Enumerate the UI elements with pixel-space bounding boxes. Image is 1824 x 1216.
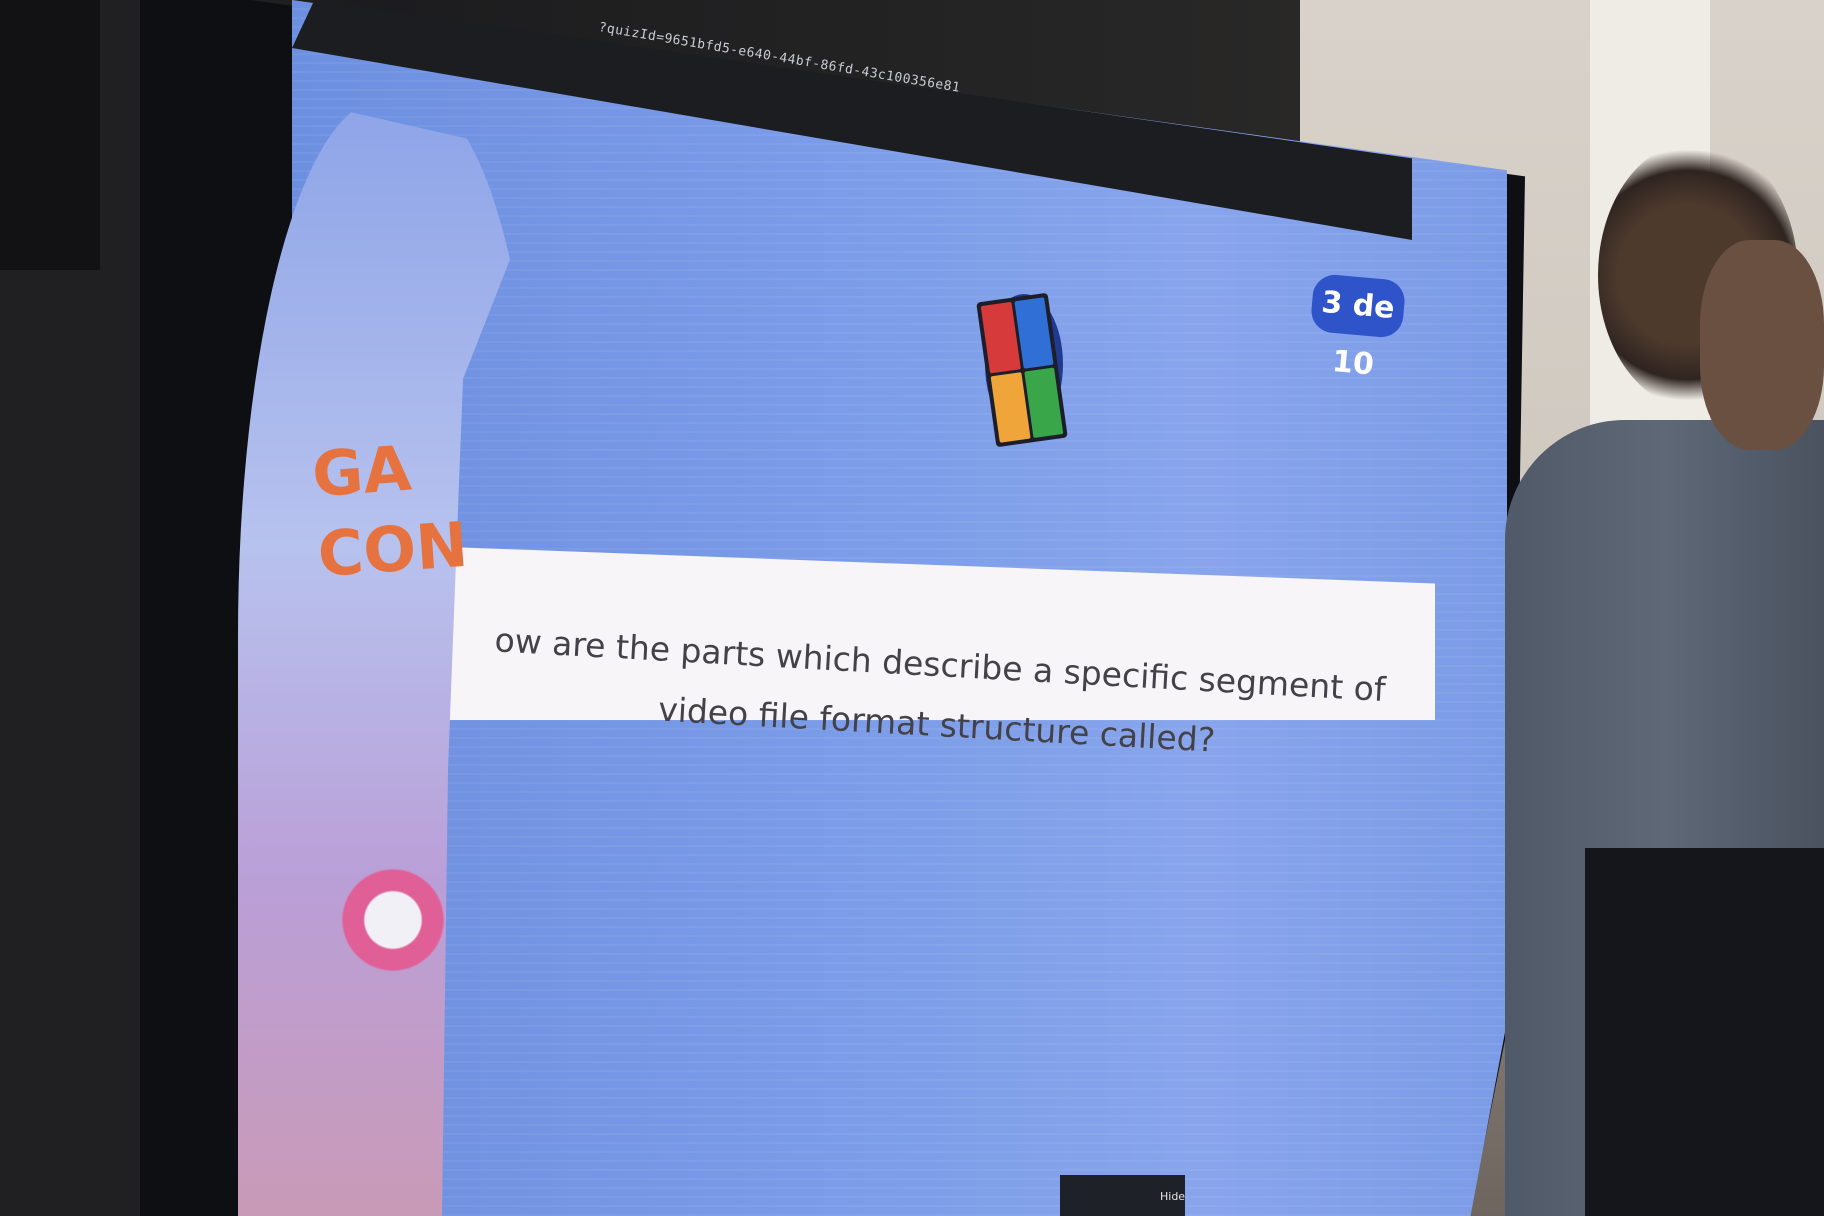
foreground-monitor xyxy=(1585,848,1824,1216)
logo-card-orange xyxy=(990,371,1031,443)
logo-card-red xyxy=(980,301,1021,373)
banner-mascot-icon xyxy=(328,845,458,995)
presenter-face xyxy=(1700,240,1824,450)
logo-card-blue xyxy=(1013,297,1054,369)
question-counter: 3 de 10 xyxy=(1309,273,1407,383)
logo-card-green xyxy=(1023,367,1064,439)
hide-button[interactable]: Hide xyxy=(1160,1190,1185,1203)
banner-logo-text: GA CON xyxy=(309,431,471,592)
wall-speaker xyxy=(0,0,100,270)
